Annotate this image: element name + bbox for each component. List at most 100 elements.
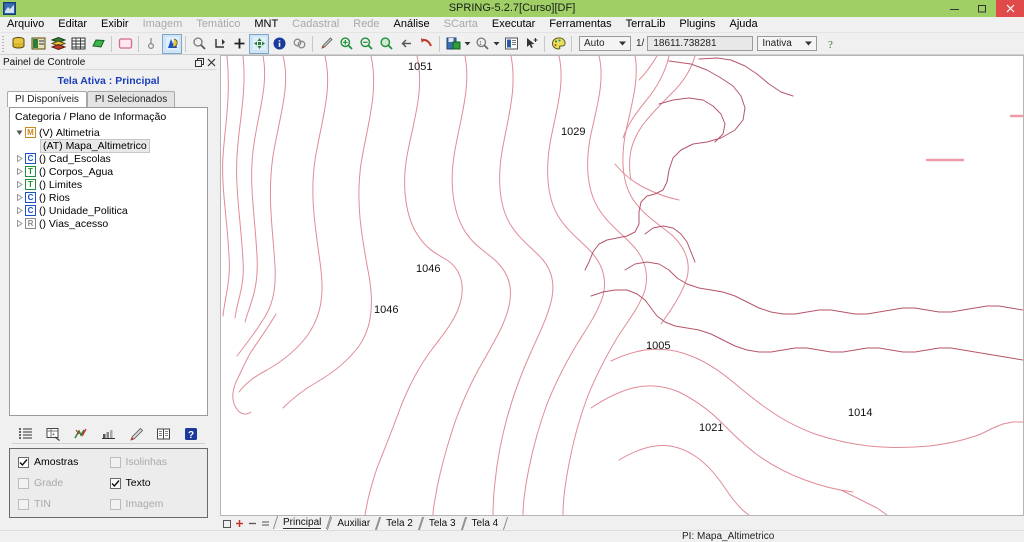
screen-icon[interactable] bbox=[115, 34, 135, 54]
control-panel: Painel de Controle Tela Ativa : Principa… bbox=[0, 55, 217, 541]
checkbox-texto[interactable]: Texto bbox=[109, 477, 202, 489]
pan-icon[interactable] bbox=[249, 33, 269, 54]
status-select-value: Inativa bbox=[762, 38, 792, 49]
menu-ferramentas[interactable]: Ferramentas bbox=[542, 17, 618, 32]
polygon-icon[interactable] bbox=[88, 34, 108, 54]
help-icon[interactable]: ? bbox=[823, 34, 843, 54]
expand-collapse-icon[interactable] bbox=[14, 168, 25, 175]
app-icon bbox=[3, 2, 16, 15]
help-icon[interactable]: ? bbox=[181, 425, 201, 443]
tree-item-label: () Cad_Escolas bbox=[39, 152, 111, 165]
screen-tab-tela-3[interactable]: Tela 3 bbox=[421, 517, 464, 530]
expand-collapse-icon[interactable] bbox=[14, 181, 25, 188]
minimize-button[interactable] bbox=[940, 0, 968, 17]
undo-arrow-icon[interactable] bbox=[416, 34, 436, 54]
window-title: SPRING-5.2.7[Curso][DF] bbox=[448, 2, 576, 14]
window-tool-icon[interactable] bbox=[501, 34, 521, 54]
database-icon[interactable] bbox=[8, 34, 28, 54]
menu-imagem: Imagem bbox=[142, 18, 183, 30]
status-select[interactable]: Inativa bbox=[757, 36, 818, 51]
menu-exibir[interactable]: Exibir bbox=[94, 17, 136, 32]
image-save-dropdown-icon[interactable] bbox=[463, 34, 472, 54]
image-save-icon[interactable] bbox=[443, 34, 463, 54]
expand-collapse-icon[interactable] bbox=[14, 129, 25, 136]
grid-icon[interactable] bbox=[68, 34, 88, 54]
layers-icon[interactable] bbox=[48, 34, 68, 54]
edit-vector-icon[interactable] bbox=[162, 33, 182, 54]
tab-pi-disponiveis[interactable]: PI Disponíveis bbox=[7, 91, 87, 107]
expand-collapse-icon[interactable] bbox=[14, 194, 25, 201]
info-icon[interactable] bbox=[269, 34, 289, 54]
expand-collapse-icon[interactable] bbox=[14, 207, 25, 214]
new-screen-icon[interactable] bbox=[220, 517, 233, 530]
plus-icon[interactable] bbox=[229, 34, 249, 54]
title-bar: SPRING-5.2.7[Curso][DF] bbox=[0, 0, 1024, 17]
menu-plugins[interactable]: Plugins bbox=[672, 17, 722, 32]
tree-item-corpos-agua[interactable]: T () Corpos_Agua bbox=[10, 165, 207, 178]
arrow-down-right-icon[interactable] bbox=[209, 34, 229, 54]
table-add-icon[interactable]: + bbox=[43, 425, 63, 443]
contour-label: 1046 bbox=[374, 304, 398, 316]
expand-collapse-icon[interactable] bbox=[14, 155, 25, 162]
undock-icon[interactable] bbox=[193, 56, 205, 68]
restore-button[interactable] bbox=[968, 0, 996, 17]
legend-icon[interactable] bbox=[154, 425, 174, 443]
map-canvas[interactable]: 1051 1029 1046 1046 1005 1021 1014 bbox=[220, 55, 1024, 516]
back-arrow-icon[interactable] bbox=[396, 34, 416, 54]
screen-tab-auxiliar[interactable]: Auxiliar bbox=[329, 517, 378, 530]
tab-pi-selecionados[interactable]: PI Selecionados bbox=[86, 91, 176, 107]
menu-ajuda[interactable]: Ajuda bbox=[722, 17, 764, 32]
project-icon[interactable] bbox=[28, 34, 48, 54]
checkbox-label: TIN bbox=[34, 498, 51, 510]
screen-tab-strip: Principal Auxiliar Tela 2 Tela 3 Tela 4 bbox=[220, 516, 1024, 530]
cursor-plus-icon[interactable] bbox=[521, 34, 541, 54]
chart-icon[interactable] bbox=[98, 425, 118, 443]
menu-mnt[interactable]: MNT bbox=[247, 17, 285, 32]
close-screen-icon[interactable] bbox=[259, 517, 272, 530]
scale-mode-select[interactable]: Auto bbox=[579, 36, 631, 51]
magnifier-icon[interactable] bbox=[189, 34, 209, 54]
close-button[interactable] bbox=[996, 0, 1024, 17]
link-icon[interactable] bbox=[289, 34, 309, 54]
menu-executar[interactable]: Executar bbox=[485, 17, 542, 32]
zoom-out-icon[interactable] bbox=[356, 34, 376, 54]
zoom-select-icon[interactable]: 1 bbox=[472, 34, 492, 54]
zoom-select-dropdown-icon[interactable] bbox=[492, 34, 501, 54]
pencil-red-icon[interactable] bbox=[316, 34, 336, 54]
tree-item-unidade-politica[interactable]: C () Unidade_Politica bbox=[10, 204, 207, 217]
menu-editar[interactable]: Editar bbox=[51, 17, 94, 32]
edit-legend-icon[interactable] bbox=[71, 425, 91, 443]
control-panel-titlebar: Painel de Controle bbox=[0, 55, 217, 70]
tree-item-mapa-altimetrico[interactable]: (AT) Mapa_Altimetrico bbox=[10, 138, 207, 153]
tree-item-rios[interactable]: C () Rios bbox=[10, 191, 207, 204]
remove-screen-icon[interactable] bbox=[246, 517, 259, 530]
palette-icon[interactable] bbox=[548, 34, 568, 54]
screen-tab-tela-4[interactable]: Tela 4 bbox=[464, 517, 507, 530]
expand-collapse-icon[interactable] bbox=[14, 220, 25, 227]
scale-input[interactable]: 18611.738281 bbox=[647, 36, 754, 51]
screen-tab-principal[interactable]: Principal bbox=[275, 516, 330, 530]
zoom-in-icon[interactable] bbox=[336, 34, 356, 54]
menu-terralib[interactable]: TerraLib bbox=[619, 17, 673, 32]
spring-application-window: SPRING-5.2.7[Curso][DF] Arquivo Editar E… bbox=[0, 0, 1024, 542]
tree-item-cad-escolas[interactable]: C () Cad_Escolas bbox=[10, 152, 207, 165]
add-screen-icon[interactable] bbox=[233, 517, 246, 530]
list-icon[interactable] bbox=[16, 425, 36, 443]
tree-item-limites[interactable]: T () Limites bbox=[10, 178, 207, 191]
cursor-draw-icon[interactable] bbox=[142, 34, 162, 54]
tree-item-vias-acesso[interactable]: R () Vias_acesso bbox=[10, 217, 207, 230]
menu-analise[interactable]: Análise bbox=[387, 17, 437, 32]
menu-arquivo[interactable]: Arquivo bbox=[0, 17, 51, 32]
tree-item-altimetria[interactable]: M (V) Altimetria bbox=[10, 126, 207, 139]
checkbox-amostras[interactable]: Amostras bbox=[18, 456, 110, 468]
toolbar-grip[interactable] bbox=[1, 35, 6, 52]
screen-tab-tela-2[interactable]: Tela 2 bbox=[378, 517, 421, 530]
layer-tree[interactable]: Categoria / Plano de Informação M (V) Al… bbox=[9, 107, 208, 416]
panel-toolbar: + ? bbox=[12, 424, 205, 444]
zoom-area-icon[interactable] bbox=[376, 34, 396, 54]
pencil-icon[interactable] bbox=[126, 425, 146, 443]
status-bar: PI: Mapa_Altimetrico bbox=[0, 530, 1024, 542]
svg-text:+: + bbox=[52, 432, 55, 438]
close-icon[interactable] bbox=[205, 56, 217, 68]
toolbar-separator bbox=[111, 35, 112, 52]
